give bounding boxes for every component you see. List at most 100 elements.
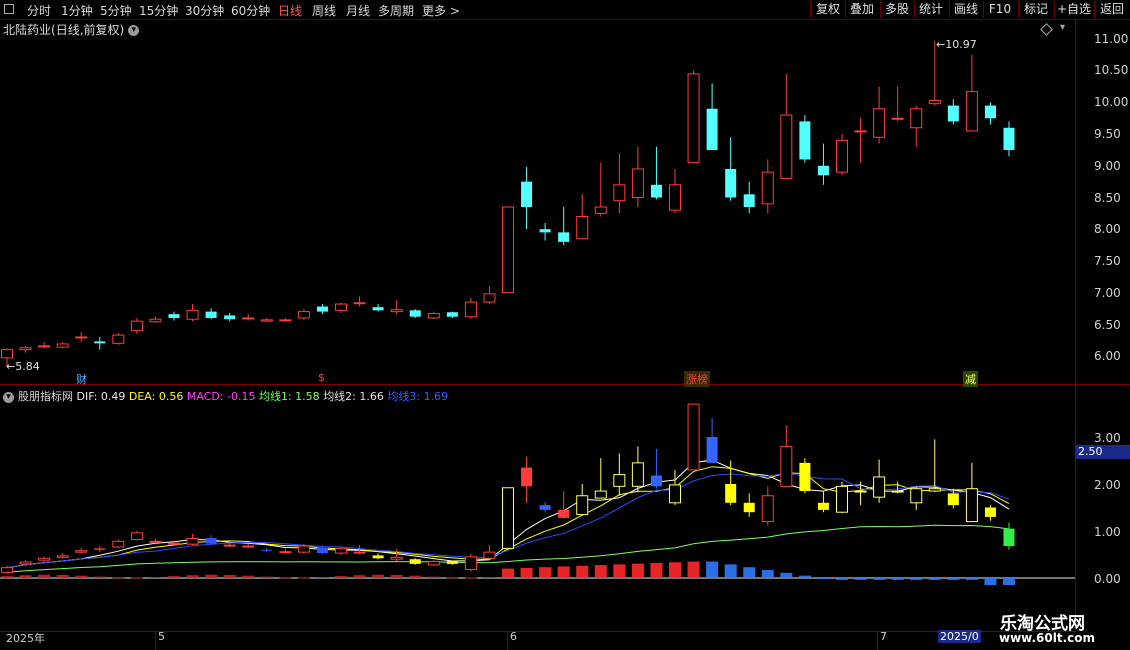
macd-bar xyxy=(502,568,514,578)
indicator-candle xyxy=(836,481,848,514)
price-candle xyxy=(891,86,904,122)
price-candle xyxy=(335,302,347,313)
indicator-candle-body xyxy=(558,509,570,518)
dividend-marker[interactable]: $ xyxy=(316,371,327,384)
macd-bar xyxy=(186,575,199,578)
macd-bar xyxy=(427,576,440,578)
indicator-candle-body xyxy=(1003,528,1015,547)
indicator-candle-body xyxy=(910,488,923,504)
price-candle-body xyxy=(1003,127,1015,150)
price-candle-body xyxy=(186,309,199,320)
indicator-candle-body xyxy=(743,502,755,513)
macd-bar xyxy=(613,564,626,578)
macd-bar xyxy=(780,572,793,578)
chevron-down-icon[interactable]: ▾ xyxy=(3,391,14,403)
price-candle xyxy=(799,115,811,163)
price-candle xyxy=(224,312,236,322)
top-gainers-marker[interactable]: 涨榜 xyxy=(684,371,710,387)
price-candle-body xyxy=(56,343,69,348)
macd-bar xyxy=(928,578,941,580)
price-candle xyxy=(910,105,923,147)
price-candle xyxy=(94,336,106,350)
price-candle xyxy=(631,146,644,208)
price-candle-body xyxy=(279,319,292,322)
price-candle-body xyxy=(873,108,886,138)
indicator-candle-body xyxy=(725,484,737,503)
indicator-tick: 0.00 xyxy=(1094,572,1121,586)
price-candle-body xyxy=(112,334,125,344)
price-candle-body xyxy=(372,307,384,311)
price-axis-divider xyxy=(1075,19,1076,631)
back-button[interactable]: 返回 xyxy=(1095,0,1129,19)
price-candle xyxy=(521,167,533,230)
reduce-holding-marker[interactable]: 减 xyxy=(963,371,978,387)
price-tick: 7.50 xyxy=(1094,254,1121,268)
price-candle xyxy=(817,143,829,185)
price-candle xyxy=(168,311,180,321)
price-candle-body xyxy=(743,194,755,208)
dif-value: DIF: 0.49 xyxy=(76,390,126,403)
indicator-candle-body xyxy=(38,557,51,561)
indicator-title: ▾ 股朋指标网 DIF: 0.49 DEA: 0.56 MACD: -0.15 均… xyxy=(3,388,448,404)
price-candle-body xyxy=(780,114,793,179)
macd-bar xyxy=(75,575,88,578)
price-candle-body xyxy=(168,314,180,318)
macd-bar xyxy=(56,574,69,578)
indicator-candle xyxy=(130,531,143,541)
indicator-candle-body xyxy=(205,538,217,544)
indicator-candle-body xyxy=(669,484,681,504)
price-candle xyxy=(279,317,292,322)
indicator-candle xyxy=(780,425,793,487)
price-tick: 11.00 xyxy=(1094,32,1129,46)
indicator-candle xyxy=(817,491,829,513)
macd-bar xyxy=(650,562,663,578)
ma2-value: 均线2: 1.66 xyxy=(323,390,384,403)
indicator-candle-body xyxy=(687,403,700,471)
price-candle xyxy=(390,300,403,315)
price-candle xyxy=(706,83,718,150)
macd-bar xyxy=(279,577,292,579)
indicator-candle-body xyxy=(761,495,774,523)
time-label: 2025年 xyxy=(6,632,45,645)
indicator-candle-body xyxy=(576,495,589,516)
indicator-candle xyxy=(799,458,811,494)
kline-chart[interactable] xyxy=(0,0,1075,631)
macd-bar xyxy=(947,578,960,580)
price-candle-body xyxy=(260,319,273,322)
indicator-candle-body xyxy=(483,551,496,559)
macd-bar xyxy=(873,578,886,580)
indicator-candle xyxy=(38,556,51,563)
indicator-candle-body xyxy=(149,540,162,543)
finance-marker[interactable]: 财 xyxy=(74,371,89,387)
indicator-candle-body xyxy=(631,462,644,487)
indicator-candle-body xyxy=(390,556,403,560)
price-candle xyxy=(186,304,199,322)
cursor-price-tag: 2.50 xyxy=(1075,445,1130,459)
price-candle-body xyxy=(558,232,570,242)
price-candle-body xyxy=(539,229,551,233)
price-candle xyxy=(205,308,217,320)
price-candle xyxy=(539,222,551,241)
price-candle xyxy=(409,309,421,318)
indicator-candle xyxy=(427,560,440,566)
price-candle xyxy=(836,134,848,176)
indicator-candle-body xyxy=(502,487,514,549)
macd-bar xyxy=(149,577,162,579)
price-candle xyxy=(260,317,273,322)
price-candle xyxy=(297,309,310,320)
indicator-candle xyxy=(873,459,886,503)
price-candle xyxy=(316,304,328,315)
indicator-candle-body xyxy=(817,502,829,510)
price-candle-body xyxy=(854,130,867,133)
macd-bar xyxy=(19,575,32,578)
indicator-candle-body xyxy=(75,550,88,553)
macd-bar xyxy=(242,575,255,578)
price-candle xyxy=(446,311,458,318)
price-candle xyxy=(353,296,366,307)
indicator-candle-body xyxy=(353,551,366,554)
macd-bar xyxy=(112,577,125,579)
price-candle-body xyxy=(224,315,236,320)
price-candle xyxy=(687,70,700,164)
ma1-value: 均线1: 1.58 xyxy=(258,390,320,403)
indicator-candle xyxy=(650,448,662,489)
